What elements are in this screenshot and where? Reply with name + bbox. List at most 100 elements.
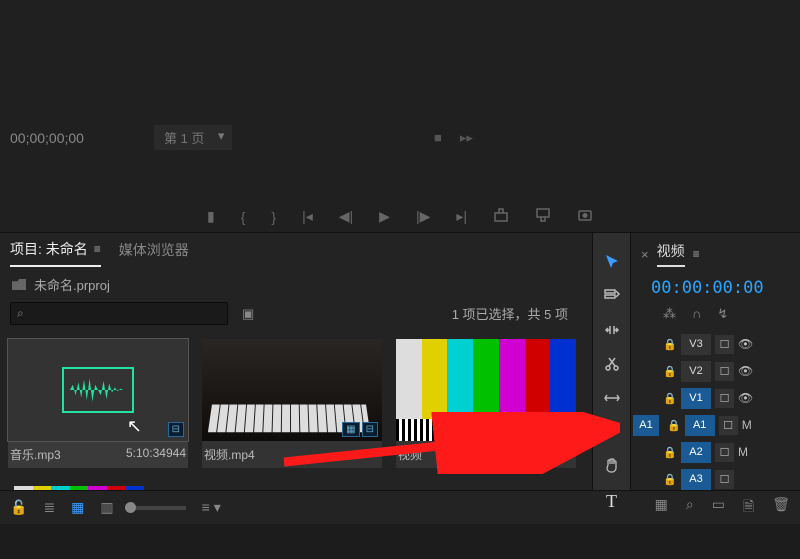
export-frame-icon[interactable] (577, 207, 593, 226)
tab-media-browser[interactable]: 媒体浏览器 (119, 240, 189, 266)
trash-icon[interactable]: 🗑 (772, 496, 790, 520)
lift-icon[interactable] (493, 207, 509, 226)
track-label[interactable]: V3 (681, 334, 711, 355)
linked-selection-icon[interactable]: ↯ (717, 306, 728, 322)
source-a1[interactable]: A1 (633, 415, 659, 436)
go-to-in-icon[interactable]: |◂ (302, 208, 313, 225)
snap-icon[interactable]: ∩ (692, 306, 701, 322)
mute-icon[interactable]: ☐ (715, 470, 734, 489)
track-row-v2[interactable]: 🔒 V2 ☐ 👁 (633, 359, 800, 383)
step-back-icon[interactable]: ◀| (339, 208, 353, 225)
clip-item-small[interactable] (14, 486, 144, 490)
solo-icon[interactable]: M (738, 445, 748, 459)
zoom-slider[interactable] (130, 506, 186, 510)
toggle-output-icon[interactable]: ☐ (715, 335, 734, 354)
icon-view-icon[interactable]: ▦ (71, 499, 84, 516)
slip-tool-icon[interactable] (601, 389, 623, 407)
find-icon[interactable]: ⌕ (686, 496, 694, 520)
marker-icon[interactable]: ▮ (207, 208, 215, 225)
track-row-a3[interactable]: 🔒 A3 ☐ (633, 467, 800, 490)
step-small-icon[interactable]: ▸▸ (460, 130, 473, 146)
lock-icon[interactable]: 🔒 (663, 338, 677, 351)
track-label[interactable]: A2 (681, 442, 711, 463)
tab-project[interactable]: 项目: 未命名≡ (10, 239, 101, 267)
video-badge-icon: ▦ (342, 422, 359, 437)
track-headers: 🔒 V3 ☐ 👁 🔒 V2 ☐ 👁 🔒 V1 ☐ 👁 (631, 332, 800, 490)
sequence-tab[interactable]: 视频 (657, 241, 685, 267)
stop-small-icon[interactable]: ■ (434, 130, 442, 146)
project-filename: 未命名.prproj (34, 275, 110, 294)
type-tool-icon[interactable]: T (601, 491, 623, 512)
write-enable-icon[interactable]: 🔓 (10, 499, 27, 516)
toggle-output-icon[interactable]: ☐ (715, 362, 734, 381)
track-label[interactable]: A3 (681, 469, 711, 490)
solo-icon[interactable]: M (742, 418, 752, 432)
track-row-a2[interactable]: 🔒 A2 ☐ M (633, 440, 800, 464)
sequence-timecode[interactable]: 00:00:00:00 (631, 272, 800, 302)
panel-menu-icon[interactable]: ≡ (94, 242, 101, 256)
track-select-tool-icon[interactable] (601, 287, 623, 305)
audio-waveform-thumb (62, 367, 134, 413)
razor-tool-icon[interactable] (601, 355, 623, 373)
clip-name: 音乐.mp3 (10, 446, 61, 463)
folder-icon (12, 279, 26, 290)
play-icon[interactable]: ▶ (379, 208, 390, 225)
clip-grid: ↖ ⊟ 音乐.mp3 5:10:34944 ▦ ⊟ 视频.mp4 (0, 329, 592, 490)
clip-item[interactable]: ▦ ⊟ 视频 (396, 339, 576, 468)
clip-name: 视频.mp4 (204, 446, 255, 463)
list-view-icon[interactable]: ≣ (43, 499, 55, 516)
in-point-icon[interactable]: { (241, 209, 246, 225)
timeline-panel: × 视频 ≡ 00:00:00:00 ⁂ ∩ ↯ 🔒 V3 ☐ 👁 🔒 (630, 232, 800, 490)
track-label[interactable]: A1 (685, 415, 715, 436)
track-row-a1[interactable]: A1 🔒 A1 ☐ M (633, 413, 800, 437)
search-input-wrap[interactable]: ⌕ (10, 302, 228, 325)
track-label[interactable]: V2 (681, 361, 711, 382)
eye-icon[interactable]: 👁 (738, 337, 753, 351)
close-tab-icon[interactable]: × (641, 247, 649, 262)
insert-mode-icon[interactable]: ⁂ (663, 306, 676, 322)
timeline-menu-icon[interactable]: ≡ (693, 247, 700, 261)
ripple-edit-tool-icon[interactable] (601, 321, 623, 339)
toggle-output-icon[interactable]: ☐ (715, 389, 734, 408)
selection-tool-icon[interactable] (601, 253, 623, 271)
program-monitor: 00;00;00;00 第 1 页 ■ ▸▸ ▮ { } |◂ ◀| ▶ |▶ … (0, 0, 800, 232)
selection-info: 1 项已选择，共 5 项 (452, 304, 568, 323)
track-row-v3[interactable]: 🔒 V3 ☐ 👁 (633, 332, 800, 356)
eye-icon[interactable]: 👁 (738, 391, 753, 405)
lock-icon[interactable]: 🔒 (663, 446, 677, 459)
page-dropdown[interactable]: 第 1 页 (154, 125, 232, 150)
freeform-view-icon[interactable]: ▥ (100, 499, 113, 516)
new-item-icon[interactable]: 🗎 (743, 496, 754, 520)
search-icon: ⌕ (17, 306, 24, 321)
pen-tool-icon[interactable] (601, 423, 623, 441)
sort-icon[interactable]: ≡ ▾ (202, 499, 221, 516)
preview-timecode[interactable]: 00;00;00;00 (10, 130, 84, 146)
transport-bar: ▮ { } |◂ ◀| ▶ |▶ ▸| (0, 207, 800, 226)
clip-duration: 5:10:34944 (126, 446, 186, 463)
track-label[interactable]: V1 (681, 388, 711, 409)
clip-item[interactable]: ↖ ⊟ 音乐.mp3 5:10:34944 (8, 339, 188, 468)
hand-tool-icon[interactable] (601, 457, 623, 475)
eye-icon[interactable]: 👁 (738, 364, 753, 378)
search-input[interactable] (24, 307, 221, 321)
mute-icon[interactable]: ☐ (715, 443, 734, 462)
mute-icon[interactable]: ☐ (719, 416, 738, 435)
lock-icon[interactable]: 🔒 (663, 392, 677, 405)
lock-icon[interactable]: 🔒 (663, 365, 677, 378)
step-forward-icon[interactable]: |▶ (416, 208, 430, 225)
track-row-v1[interactable]: 🔒 V1 ☐ 👁 (633, 386, 800, 410)
clip-item[interactable]: ▦ ⊟ 视频.mp4 (202, 339, 382, 468)
lock-icon[interactable]: 🔒 (663, 473, 677, 486)
extract-icon[interactable] (535, 207, 551, 226)
go-to-out-icon[interactable]: ▸| (456, 208, 467, 225)
project-panel: 项目: 未命名≡ 媒体浏览器 未命名.prproj ⌕ ▣ 1 项已选择，共 5… (0, 232, 592, 490)
automate-to-sequence-icon[interactable]: ▦ (655, 496, 668, 520)
new-bin-button-icon[interactable]: ▭ (712, 496, 725, 520)
video-badge-icon: ▦ (536, 422, 553, 437)
audio-badge-icon: ⊟ (362, 422, 378, 437)
cursor-icon: ↖ (127, 416, 142, 437)
lock-icon[interactable]: 🔒 (667, 419, 681, 432)
out-point-icon[interactable]: } (271, 209, 276, 225)
project-toolbar: 🔓 ≣ ▦ ▥ ≡ ▾ ▦ ⌕ ▭ 🗎 🗑 (0, 490, 800, 524)
new-bin-icon[interactable]: ▣ (242, 306, 254, 322)
